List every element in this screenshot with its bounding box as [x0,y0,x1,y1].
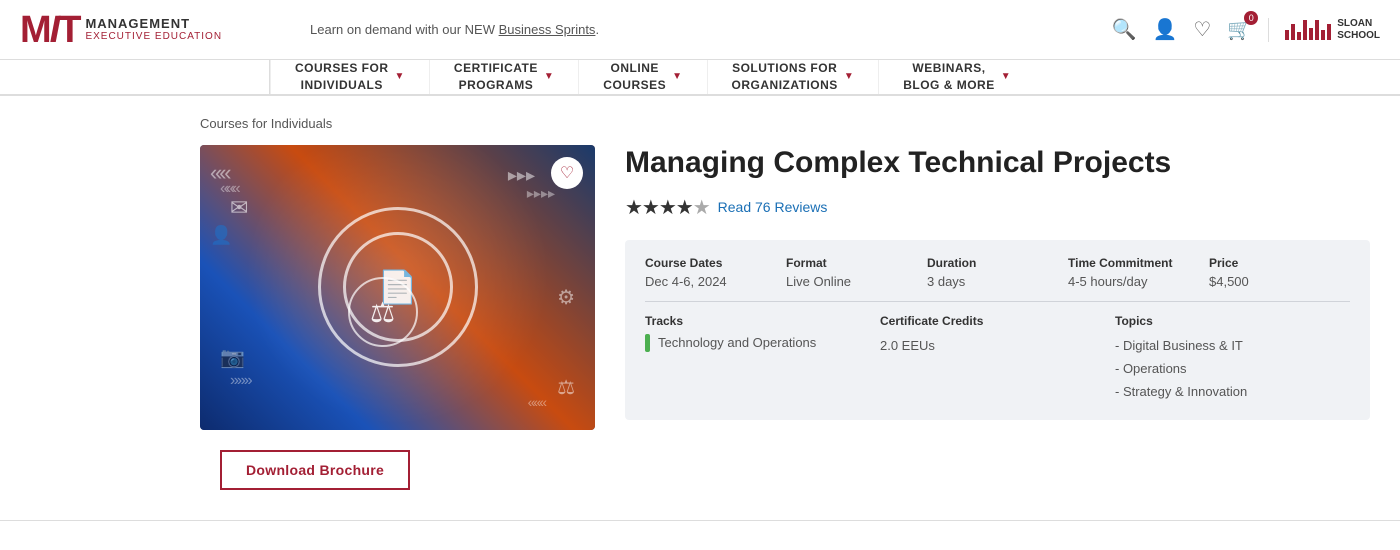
wishlist-icon[interactable]: ♡ [1193,17,1211,42]
info-row-headers: Course Dates Dec 4-6, 2024 Format Live O… [645,256,1350,302]
top-bar: MIT MANAGEMENT EXECUTIVE EDUCATION Learn… [0,0,1400,60]
sloan-bar-3 [1297,32,1301,40]
duration-label: Duration [927,256,1052,270]
business-sprints-link[interactable]: Business Sprints [499,22,596,37]
price-value: $4,500 [1209,274,1334,289]
favorite-button[interactable]: ♡ [551,157,583,189]
topics-cell: Topics - Digital Business & IT - Operati… [1115,314,1350,404]
topics-label: Topics [1115,314,1334,328]
format-label: Format [786,256,911,270]
format-value: Live Online [786,274,911,289]
top-icons: 🔍 👤 ♡ 🛒 0 SLOAN SCHOOL [1112,17,1380,42]
cart-badge: 0 [1244,11,1258,25]
nav-bar: COURSES FORINDIVIDUALS ▼ CERTIFICATEPROG… [0,60,1400,96]
nav-logo-spacer [0,60,270,94]
sloan-bar-1 [1285,30,1289,40]
sloan-bar-2 [1291,24,1295,40]
nav-webinars-blog[interactable]: WEBINARS,BLOG & MORE ▼ [879,60,1035,94]
nav-solutions-organizations[interactable]: SOLUTIONS FORORGANIZATIONS ▼ [708,60,880,94]
left-panel: «« ««« ▸▸▸ ▸▸▸▸ ✉ 👤 📷 ⚖ ⚙ »»» ««« [200,145,595,490]
info-cell-format: Format Live Online [786,256,927,289]
credits-label: Certificate Credits [880,314,1099,328]
topic-item-2: - Operations [1115,357,1334,380]
sloan-bar-6 [1315,20,1319,40]
star-rating: ★★★★★ [625,195,710,220]
nav-courses-individuals[interactable]: COURSES FORINDIVIDUALS ▼ [270,60,430,94]
logo-text: MANAGEMENT EXECUTIVE EDUCATION [85,16,222,44]
track-item: Technology and Operations [645,334,864,352]
user-icon[interactable]: 👤 [1152,17,1177,42]
rating-row: ★★★★★ Read 76 Reviews [625,195,1370,220]
sloan-bar-5 [1309,28,1313,40]
sloan-text: SLOAN SCHOOL [1337,18,1380,42]
content-area: «« ««« ▸▸▸ ▸▸▸▸ ✉ 👤 📷 ⚖ ⚙ »»» ««« [200,145,1370,490]
scale-icon-circle: ⚖ [348,277,418,347]
price-label: Price [1209,256,1334,270]
course-info-table: Course Dates Dec 4-6, 2024 Format Live O… [625,240,1370,420]
nav-online-courses[interactable]: ONLINECOURSES ▼ [579,60,707,94]
info-cell-commitment: Time Commitment 4-5 hours/day [1068,256,1209,289]
chevron-down-icon: ▼ [672,71,682,82]
commitment-label: Time Commitment [1068,256,1193,270]
download-brochure-button[interactable]: Download Brochure [220,450,410,490]
track-value: Technology and Operations [658,335,816,350]
topic-item-1: - Digital Business & IT [1115,334,1334,357]
dates-value: Dec 4-6, 2024 [645,274,770,289]
duration-value: 3 days [927,274,1052,289]
mit-logo: MIT [20,11,79,49]
topic-item-3: - Strategy & Innovation [1115,380,1334,403]
cart-icon[interactable]: 🛒 0 [1227,17,1252,42]
sloan-logo: SLOAN SCHOOL [1268,18,1380,42]
sloan-bar-8 [1327,24,1331,40]
credits-cell: Certificate Credits 2.0 EEUs [880,314,1115,404]
logo-management: MANAGEMENT [85,16,222,32]
nav-certificate-programs[interactable]: CERTIFICATEPROGRAMS ▼ [430,60,579,94]
breadcrumb: Courses for Individuals [200,116,1370,131]
reviews-link[interactable]: Read 76 Reviews [718,199,828,215]
chevron-down-icon: ▼ [544,71,554,82]
logo-area: MIT MANAGEMENT EXECUTIVE EDUCATION [20,11,290,49]
download-brochure-area: Download Brochure [200,430,595,490]
sloan-bars-icon [1285,20,1331,40]
info-cell-dates: Course Dates Dec 4-6, 2024 [645,256,786,289]
course-image-circles: 📄 ⚖ [318,207,478,367]
course-title: Managing Complex Technical Projects [625,145,1370,181]
dates-label: Course Dates [645,256,770,270]
sloan-bar-7 [1321,30,1325,40]
info-bottom-row: Tracks Technology and Operations Certifi… [645,314,1350,404]
search-icon[interactable]: 🔍 [1112,17,1137,42]
chevron-down-icon: ▼ [395,71,405,82]
nav-items: COURSES FORINDIVIDUALS ▼ CERTIFICATEPROG… [270,60,1400,94]
track-color-bar [645,334,650,352]
credits-value: 2.0 EEUs [880,334,1099,357]
commitment-value: 4-5 hours/day [1068,274,1193,289]
main-content: Courses for Individuals «« ««« ▸▸▸ ▸▸▸▸ … [0,96,1400,510]
course-image: «« ««« ▸▸▸ ▸▸▸▸ ✉ 👤 📷 ⚖ ⚙ »»» ««« [200,145,595,430]
chevron-down-icon: ▼ [844,71,854,82]
chevron-down-icon: ▼ [1001,71,1011,82]
right-panel: Managing Complex Technical Projects ★★★★… [625,145,1370,490]
logo-exec: EXECUTIVE EDUCATION [85,31,222,43]
info-cell-duration: Duration 3 days [927,256,1068,289]
sloan-bar-4 [1303,20,1307,40]
tracks-label: Tracks [645,314,864,328]
top-center-text: Learn on demand with our NEW Business Sp… [290,22,1112,37]
info-cell-price: Price $4,500 [1209,256,1350,289]
bottom-divider [0,520,1400,521]
tracks-cell: Tracks Technology and Operations [645,314,880,404]
